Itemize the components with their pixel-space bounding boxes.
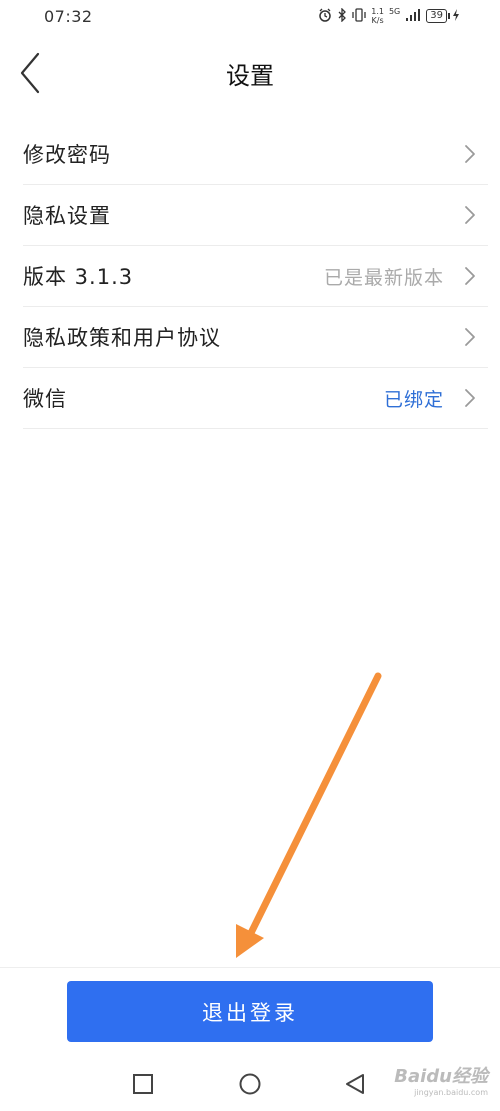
charging-icon xyxy=(452,8,460,25)
chevron-right-icon xyxy=(465,206,475,224)
bottom-divider xyxy=(0,967,500,968)
settings-list: 修改密码 隐私设置 版本 3.1.3 已是最新版本 隐私政策和用户协议 微信 已… xyxy=(23,124,488,429)
chevron-right-icon xyxy=(465,328,475,346)
settings-item-label: 版本 3.1.3 xyxy=(23,265,134,289)
page-title: 设置 xyxy=(226,62,274,90)
status-time: 07:32 xyxy=(44,7,93,26)
status-bar: 07:32 1.1 K/s 5G 39 xyxy=(0,0,500,36)
vibrate-icon xyxy=(352,7,366,25)
settings-item-privacy-policy[interactable]: 隐私政策和用户协议 xyxy=(23,307,488,368)
settings-item-label: 微信 xyxy=(23,387,67,411)
recent-apps-icon[interactable] xyxy=(131,1072,155,1096)
settings-item-label: 修改密码 xyxy=(23,143,111,167)
alarm-icon xyxy=(318,8,332,25)
watermark-url: jingyan.baidu.com xyxy=(414,1088,488,1097)
settings-item-label: 隐私政策和用户协议 xyxy=(23,326,221,350)
network-speed: 1.1 K/s xyxy=(371,7,384,25)
status-icons: 1.1 K/s 5G 39 xyxy=(318,7,460,25)
version-status: 已是最新版本 xyxy=(323,266,444,289)
network-type: 5G xyxy=(388,6,401,16)
chevron-right-icon xyxy=(465,389,475,407)
battery-icon: 39 xyxy=(426,9,450,23)
settings-item-label: 隐私设置 xyxy=(23,204,111,228)
chevron-right-icon xyxy=(465,145,475,163)
settings-item-version[interactable]: 版本 3.1.3 已是最新版本 xyxy=(23,246,488,307)
home-icon[interactable] xyxy=(238,1072,262,1096)
bluetooth-icon xyxy=(337,6,347,25)
chevron-right-icon xyxy=(465,267,475,285)
baidu-watermark: Baidu经验 jingyan.baidu.com xyxy=(394,1062,488,1097)
settings-item-change-password[interactable]: 修改密码 xyxy=(23,124,488,185)
wechat-bind-status: 已绑定 xyxy=(383,388,444,411)
back-triangle-icon[interactable] xyxy=(343,1072,367,1096)
settings-item-privacy-settings[interactable]: 隐私设置 xyxy=(23,185,488,246)
nav-header: 设置 xyxy=(0,36,500,116)
logout-button[interactable]: 退出登录 xyxy=(67,981,433,1042)
watermark-brand: Baidu经验 xyxy=(394,1066,488,1087)
settings-item-wechat[interactable]: 微信 已绑定 xyxy=(23,368,488,429)
signal-icon xyxy=(405,8,421,25)
